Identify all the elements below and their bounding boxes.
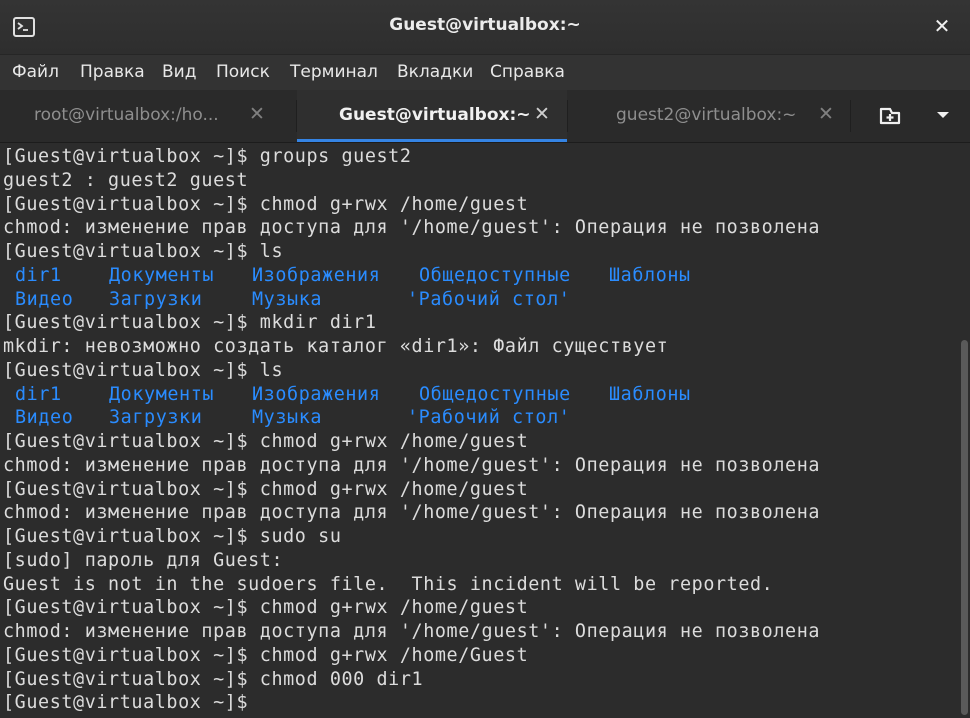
ls-entry: Изображения bbox=[252, 265, 381, 286]
terminal-line: [Guest@virtualbox ~]$ ls bbox=[3, 360, 284, 381]
ls-entry: 'Рабочий стол' bbox=[407, 407, 571, 428]
ls-entry: Видео bbox=[15, 289, 74, 310]
ls-entry: Документы bbox=[109, 265, 215, 286]
tab-guest2[interactable]: guest2@virtualbox:~ ✕ bbox=[568, 90, 850, 142]
terminal-line: chmod: изменение прав доступа для '/home… bbox=[3, 217, 821, 238]
terminal-line: Guest is not in the sudoers file. This i… bbox=[3, 574, 774, 595]
ls-output-row: Видео Загрузки Музыка 'Рабочий стол' bbox=[0, 289, 960, 313]
terminal-line: [Guest@virtualbox ~]$ chmod g+rwx /home/… bbox=[3, 194, 529, 215]
terminal-line: [sudo] пароль для Guest: bbox=[3, 550, 284, 571]
ls-entry: Шаблоны bbox=[609, 265, 691, 286]
new-tab-icon[interactable] bbox=[876, 104, 904, 128]
menu-search[interactable]: Поиск bbox=[216, 62, 270, 82]
close-tab-icon[interactable]: ✕ bbox=[818, 103, 834, 125]
ls-entry: Видео bbox=[15, 407, 74, 428]
tab-divider bbox=[850, 100, 851, 132]
close-icon: ✕ bbox=[933, 14, 951, 38]
menu-bar: Файл Правка Вид Поиск Терминал Вкладки С… bbox=[0, 54, 970, 91]
ls-entry: Общедоступные bbox=[419, 384, 571, 405]
terminal-line: [Guest@virtualbox ~]$ chmod g+rwx /home/… bbox=[3, 645, 529, 666]
ls-entry: dir1 bbox=[15, 265, 62, 286]
chevron-down-icon[interactable] bbox=[934, 106, 952, 124]
terminal-line: [Guest@virtualbox ~]$ sudo su bbox=[3, 526, 342, 547]
terminal-line: [Guest@virtualbox ~]$ chmod g+rwx /home/… bbox=[3, 431, 529, 452]
ls-entry: 'Рабочий стол' bbox=[407, 289, 571, 310]
menu-help[interactable]: Справка bbox=[490, 62, 565, 82]
ls-entry: Общедоступные bbox=[419, 265, 571, 286]
scrollbar-thumb[interactable] bbox=[961, 340, 968, 715]
menu-file[interactable]: Файл bbox=[12, 62, 59, 82]
tab-guest[interactable]: Guest@virtualbox:~ ✕ bbox=[297, 90, 567, 142]
terminal-line: chmod: изменение прав доступа для '/home… bbox=[3, 455, 821, 476]
ls-entry: Музыка bbox=[252, 407, 323, 428]
close-tab-icon[interactable]: ✕ bbox=[249, 103, 265, 125]
ls-output-row: Видео Загрузки Музыка 'Рабочий стол' bbox=[0, 407, 960, 431]
ls-entry: Документы bbox=[109, 384, 215, 405]
ls-entry: Загрузки bbox=[109, 289, 203, 310]
terminal-line: [Guest@virtualbox ~]$ chmod 000 dir1 bbox=[3, 669, 424, 690]
ls-entry: dir1 bbox=[15, 384, 62, 405]
terminal-prompt: [Guest@virtualbox ~]$ bbox=[3, 692, 260, 713]
text-cursor bbox=[259, 693, 270, 715]
menu-tabs[interactable]: Вкладки bbox=[397, 62, 473, 82]
ls-entry: Шаблоны bbox=[609, 384, 691, 405]
terminal-line: [Guest@virtualbox ~]$ chmod g+rwx /home/… bbox=[3, 597, 529, 618]
terminal-output[interactable]: [Guest@virtualbox ~]$ groups guest2 gues… bbox=[0, 143, 960, 718]
ls-entry: Музыка bbox=[252, 289, 323, 310]
ls-output-row: dir1 Документы Изображения Общедоступные… bbox=[0, 265, 960, 289]
window-titlebar: Guest@virtualbox:~ ✕ bbox=[0, 0, 970, 54]
tab-label: root@virtualbox:/ho... bbox=[34, 105, 219, 125]
terminal-line: [Guest@virtualbox ~]$ groups guest2 bbox=[3, 146, 412, 167]
tab-label: Guest@virtualbox:~ bbox=[339, 105, 531, 125]
terminal-line: [Guest@virtualbox ~]$ mkdir dir1 bbox=[3, 312, 377, 333]
close-tab-icon[interactable]: ✕ bbox=[534, 103, 550, 125]
ls-output-row: dir1 Документы Изображения Общедоступные… bbox=[0, 384, 960, 408]
terminal-line: chmod: изменение прав доступа для '/home… bbox=[3, 502, 821, 523]
close-window-button[interactable]: ✕ bbox=[930, 13, 954, 39]
ls-entry: Загрузки bbox=[109, 407, 203, 428]
menu-terminal[interactable]: Терминал bbox=[290, 62, 378, 82]
terminal-line: mkdir: невозможно создать каталог «dir1»… bbox=[3, 336, 669, 357]
terminal-line: guest2 : guest2 guest bbox=[3, 170, 249, 191]
menu-edit[interactable]: Правка bbox=[80, 62, 145, 82]
tab-root[interactable]: root@virtualbox:/ho... ✕ bbox=[0, 90, 296, 142]
tab-bar: root@virtualbox:/ho... ✕ Guest@virtualbo… bbox=[0, 90, 970, 143]
terminal-line: [Guest@virtualbox ~]$ chmod g+rwx /home/… bbox=[3, 479, 529, 500]
terminal-line: [Guest@virtualbox ~]$ ls bbox=[3, 241, 284, 262]
terminal-line: chmod: изменение прав доступа для '/home… bbox=[3, 621, 821, 642]
ls-entry: Изображения bbox=[252, 384, 381, 405]
window-title: Guest@virtualbox:~ bbox=[389, 15, 581, 35]
menu-view[interactable]: Вид bbox=[162, 62, 196, 82]
tab-label: guest2@virtualbox:~ bbox=[616, 105, 797, 125]
